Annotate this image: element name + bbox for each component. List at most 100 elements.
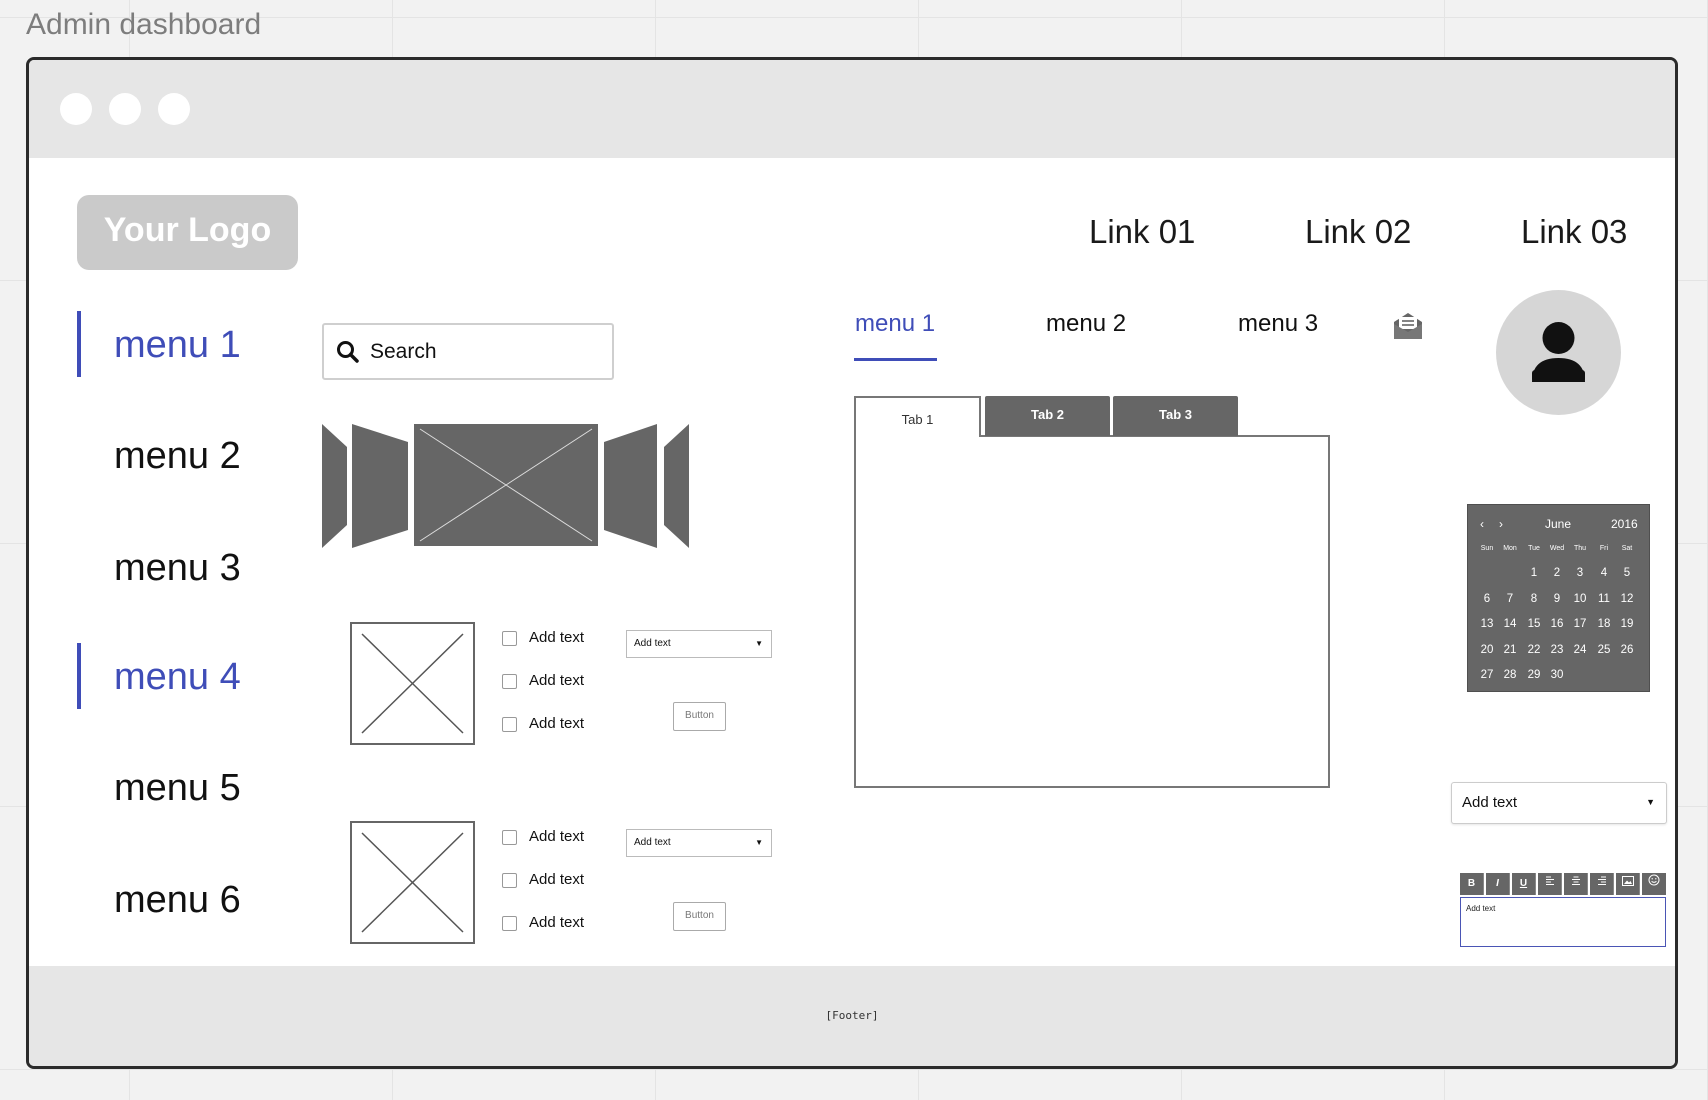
calendar-day[interactable]: 10 bbox=[1569, 593, 1591, 605]
checkbox-label: Add text bbox=[529, 715, 585, 732]
select-value: Add text bbox=[1462, 794, 1518, 811]
image-placeholder bbox=[350, 622, 475, 745]
checkbox-label: Add text bbox=[529, 914, 585, 931]
calendar-day[interactable]: 16 bbox=[1546, 618, 1568, 630]
calendar-day[interactable]: 30 bbox=[1546, 669, 1568, 681]
tab-panel bbox=[854, 435, 1330, 788]
sidebar-item-menu-1[interactable]: menu 1 bbox=[114, 324, 241, 367]
calendar-day[interactable]: 15 bbox=[1523, 618, 1545, 630]
window-control-minimize[interactable] bbox=[109, 93, 141, 125]
bold-icon[interactable]: B bbox=[1460, 873, 1484, 895]
sidebar-item-menu-3[interactable]: menu 3 bbox=[114, 547, 241, 590]
align-right-icon[interactable] bbox=[1590, 873, 1614, 895]
window-control-maximize[interactable] bbox=[158, 93, 190, 125]
search-input[interactable]: Search bbox=[322, 323, 614, 380]
mail-open-icon[interactable] bbox=[1392, 311, 1424, 346]
sidebar-active-indicator bbox=[77, 311, 81, 377]
top-link-01[interactable]: Link 01 bbox=[1089, 213, 1195, 251]
calendar-day[interactable]: 27 bbox=[1476, 669, 1498, 681]
select-dropdown[interactable]: Add text ▼ bbox=[626, 630, 772, 658]
select-dropdown-large[interactable]: Add text ▼ bbox=[1451, 782, 1667, 824]
tab-1[interactable]: Tab 1 bbox=[854, 396, 981, 437]
calendar-day[interactable]: 12 bbox=[1616, 593, 1638, 605]
calendar-day[interactable]: 9 bbox=[1546, 593, 1568, 605]
footer: [Footer] bbox=[29, 966, 1675, 1066]
calendar-day[interactable]: 17 bbox=[1569, 618, 1591, 630]
checkbox[interactable] bbox=[502, 830, 517, 845]
calendar-day[interactable]: 23 bbox=[1546, 644, 1568, 656]
sidebar-item-menu-4[interactable]: menu 4 bbox=[114, 656, 241, 699]
tab-2[interactable]: Tab 2 bbox=[985, 396, 1110, 436]
search-icon bbox=[336, 340, 360, 369]
calendar-day[interactable]: 20 bbox=[1476, 644, 1498, 656]
calendar-day[interactable]: 14 bbox=[1499, 618, 1521, 630]
calendar-day[interactable]: 6 bbox=[1476, 593, 1498, 605]
avatar[interactable] bbox=[1496, 290, 1621, 415]
action-button[interactable]: Button bbox=[673, 702, 726, 731]
calendar-day[interactable]: 4 bbox=[1593, 567, 1615, 579]
calendar-day[interactable]: 19 bbox=[1616, 618, 1638, 630]
calendar-weekday: Mon bbox=[1503, 545, 1517, 552]
calendar-weekday: Thu bbox=[1573, 545, 1587, 552]
tab-menu-3[interactable]: menu 3 bbox=[1238, 310, 1318, 338]
calendar-day[interactable]: 21 bbox=[1499, 644, 1521, 656]
top-link-02[interactable]: Link 02 bbox=[1305, 213, 1411, 251]
calendar-day[interactable]: 28 bbox=[1499, 669, 1521, 681]
calendar-day[interactable]: 18 bbox=[1593, 618, 1615, 630]
select-dropdown[interactable]: Add text ▼ bbox=[626, 829, 772, 857]
calendar-day[interactable]: 5 bbox=[1616, 567, 1638, 579]
checkbox[interactable] bbox=[502, 631, 517, 646]
sidebar-item-menu-2[interactable]: menu 2 bbox=[114, 435, 241, 478]
chevron-right-icon[interactable]: › bbox=[1499, 517, 1503, 531]
calendar-day[interactable]: 2 bbox=[1546, 567, 1568, 579]
checkbox[interactable] bbox=[502, 717, 517, 732]
calendar-day[interactable]: 7 bbox=[1499, 593, 1521, 605]
align-left-icon[interactable] bbox=[1538, 873, 1562, 895]
action-button[interactable]: Button bbox=[673, 902, 726, 931]
image-icon[interactable] bbox=[1616, 873, 1640, 895]
checkbox[interactable] bbox=[502, 873, 517, 888]
calendar-day[interactable]: 29 bbox=[1523, 669, 1545, 681]
carousel-far-right-slide bbox=[664, 424, 689, 548]
image-carousel[interactable] bbox=[322, 424, 690, 553]
calendar-weekday: Sun bbox=[1480, 545, 1494, 552]
calendar-weekday: Tue bbox=[1528, 545, 1540, 552]
calendar-day[interactable]: 25 bbox=[1593, 644, 1615, 656]
calendar-day[interactable]: 3 bbox=[1569, 567, 1591, 579]
checkbox[interactable] bbox=[502, 674, 517, 689]
emoji-icon[interactable] bbox=[1642, 873, 1666, 895]
search-placeholder: Search bbox=[370, 340, 437, 363]
calendar-day[interactable]: 1 bbox=[1523, 567, 1545, 579]
calendar-day[interactable]: 24 bbox=[1569, 644, 1591, 656]
calendar-weekday: Fri bbox=[1599, 545, 1609, 552]
checkbox-label: Add text bbox=[529, 871, 585, 888]
calendar-month: June bbox=[1545, 517, 1572, 531]
calendar-day[interactable]: 26 bbox=[1616, 644, 1638, 656]
sidebar-item-menu-6[interactable]: menu 6 bbox=[114, 879, 241, 922]
image-placeholder bbox=[350, 821, 475, 944]
calendar-day[interactable]: 11 bbox=[1593, 593, 1615, 605]
calendar-day[interactable]: 8 bbox=[1523, 593, 1545, 605]
calendar-day[interactable]: 22 bbox=[1523, 644, 1545, 656]
select-value: Add text bbox=[634, 837, 671, 848]
tab-menu-1[interactable]: menu 1 bbox=[855, 310, 935, 338]
calendar-widget[interactable]: ‹ › June 2016 Sun Mon Tue Wed Thu Fri Sat 1 2 3 4 5… bbox=[1467, 504, 1650, 692]
calendar-day[interactable]: 13 bbox=[1476, 618, 1498, 630]
logo[interactable]: Your Logo bbox=[77, 195, 298, 270]
chevron-left-icon[interactable]: ‹ bbox=[1480, 517, 1484, 531]
caret-down-icon: ▼ bbox=[755, 838, 763, 847]
rich-text-input[interactable]: Add text bbox=[1460, 897, 1666, 947]
align-center-icon[interactable] bbox=[1564, 873, 1588, 895]
window-control-close[interactable] bbox=[60, 93, 92, 125]
carousel-left-slide bbox=[352, 424, 408, 548]
sidebar-item-menu-5[interactable]: menu 5 bbox=[114, 767, 241, 810]
tab-3[interactable]: Tab 3 bbox=[1113, 396, 1238, 436]
checkbox-label: Add text bbox=[529, 828, 585, 845]
checkbox[interactable] bbox=[502, 916, 517, 931]
top-link-03[interactable]: Link 03 bbox=[1521, 213, 1627, 251]
tab-menu-2[interactable]: menu 2 bbox=[1046, 310, 1126, 338]
calendar-weekday: Sat bbox=[1621, 545, 1633, 552]
italic-icon[interactable]: I bbox=[1486, 873, 1510, 895]
rich-text-value: Add text bbox=[1466, 904, 1496, 913]
underline-icon[interactable]: U bbox=[1512, 873, 1536, 895]
